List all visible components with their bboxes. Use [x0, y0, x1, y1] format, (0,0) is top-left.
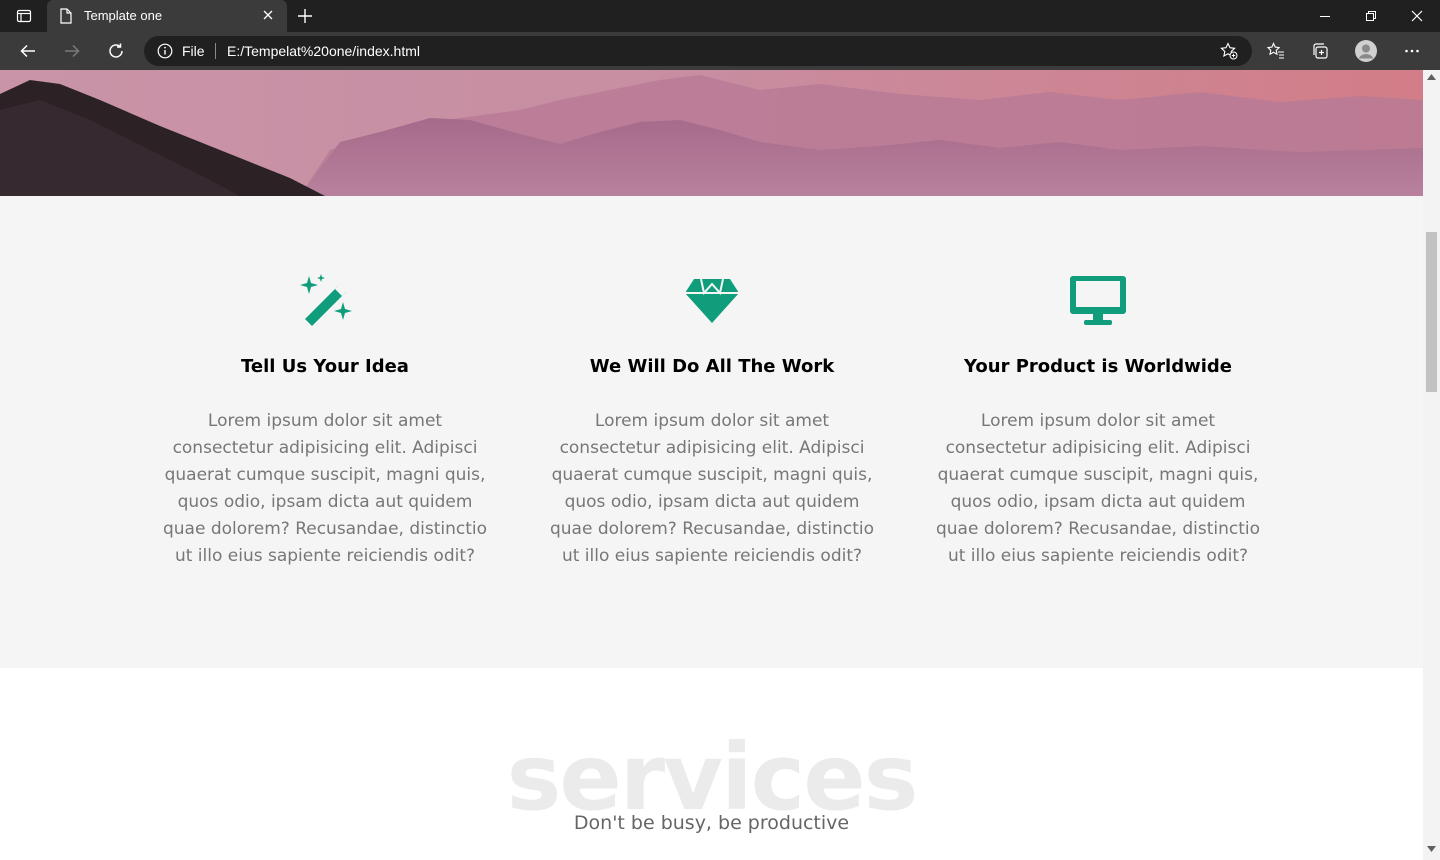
- minimize-icon: [1320, 16, 1330, 17]
- settings-more-button[interactable]: [1396, 37, 1428, 65]
- services-section: services Don't be busy, be productive: [0, 668, 1423, 860]
- collections-button[interactable]: [1304, 37, 1336, 65]
- restore-button[interactable]: [1348, 0, 1394, 32]
- back-button[interactable]: [12, 37, 44, 65]
- feature-title: Your Product is Worldwide: [964, 356, 1232, 377]
- tab-actions-button[interactable]: [8, 4, 40, 28]
- tab-close-icon[interactable]: [261, 8, 275, 22]
- restore-icon: [1366, 11, 1376, 21]
- back-arrow-icon: [20, 44, 35, 58]
- feature-description: Lorem ipsum dolor sit amet consectetur a…: [162, 411, 488, 566]
- magic-wand-icon: [300, 274, 352, 326]
- browser-tab-strip: Template one: [0, 0, 1440, 32]
- gem-icon: [685, 278, 739, 323]
- feature-description: Lorem ipsum dolor sit amet consectetur a…: [935, 411, 1261, 566]
- services-subtitle: Don't be busy, be productive: [573, 812, 850, 834]
- more-dots-icon: [1405, 49, 1419, 53]
- scroll-down-arrow-icon[interactable]: [1427, 846, 1436, 852]
- features-section: Tell Us Your Idea Lorem ipsum dolor sit …: [0, 196, 1423, 668]
- browser-toolbar: File E:/Tempelat%20one/index.html: [0, 32, 1440, 70]
- page-viewport: Tell Us Your Idea Lorem ipsum dolor sit …: [0, 70, 1423, 860]
- forward-arrow-icon: [65, 44, 80, 58]
- close-icon: [1411, 10, 1423, 22]
- hero-mountain-image: [0, 70, 1423, 196]
- favorites-button[interactable]: [1260, 37, 1292, 65]
- forward-button[interactable]: [56, 37, 88, 65]
- new-tab-button[interactable]: [294, 5, 316, 27]
- profile-button[interactable]: [1350, 37, 1382, 65]
- url-scheme-label: File: [182, 43, 205, 59]
- monitor-icon: [1070, 276, 1126, 325]
- collections-icon: [1313, 43, 1328, 59]
- url-text[interactable]: E:/Tempelat%20one/index.html: [227, 43, 420, 59]
- favorites-list-icon: [1267, 42, 1284, 59]
- feature-title: We Will Do All The Work: [589, 356, 835, 377]
- tab-title: Template one: [84, 8, 163, 23]
- add-favorite-icon[interactable]: [1220, 42, 1238, 60]
- tab-actions-icon: [16, 9, 32, 23]
- page-icon: [60, 8, 72, 24]
- minimize-button[interactable]: [1302, 0, 1348, 32]
- mountain-landscape-image: [0, 70, 1423, 196]
- plus-icon: [298, 9, 312, 23]
- address-bar[interactable]: File E:/Tempelat%20one/index.html: [144, 36, 1252, 66]
- browser-tab-active[interactable]: Template one: [47, 0, 287, 32]
- scroll-up-arrow-icon[interactable]: [1427, 74, 1436, 80]
- close-window-button[interactable]: [1394, 0, 1440, 32]
- page-scrollbar[interactable]: [1423, 70, 1440, 860]
- avatar-icon: [1355, 40, 1377, 62]
- info-icon[interactable]: [157, 43, 173, 59]
- omnibox-separator: [215, 43, 216, 59]
- feature-description: Lorem ipsum dolor sit amet consectetur a…: [549, 411, 875, 566]
- refresh-icon: [109, 43, 123, 58]
- refresh-button[interactable]: [100, 37, 132, 65]
- feature-title: Tell Us Your Idea: [241, 356, 409, 377]
- scrollbar-thumb[interactable]: [1426, 232, 1437, 392]
